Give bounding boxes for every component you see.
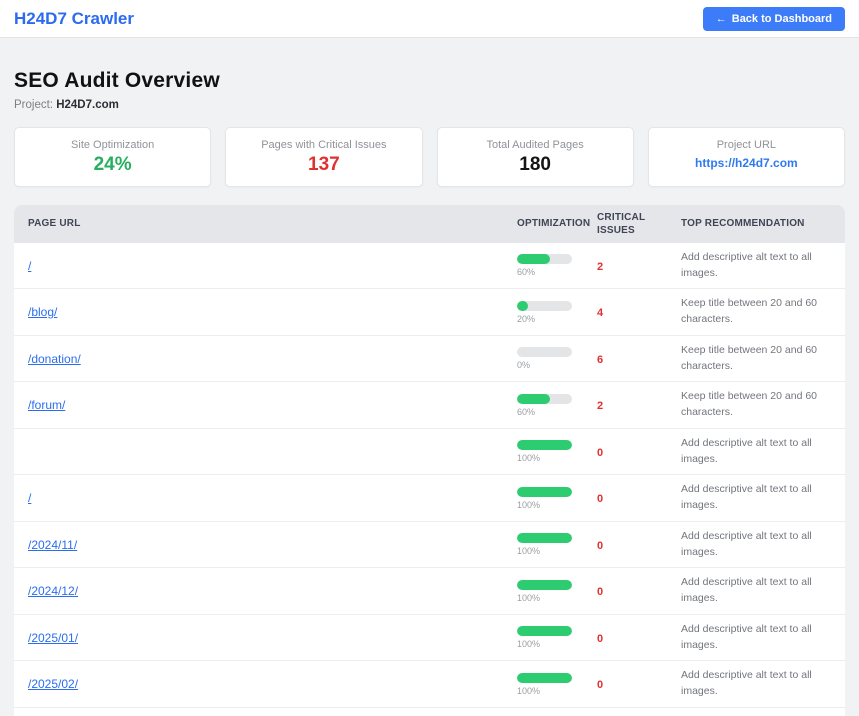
optimization-bar	[517, 301, 572, 311]
project-label: Project:	[14, 99, 53, 111]
page-url-link[interactable]: /donation/	[28, 352, 81, 366]
optimization-percent-label: 20%	[517, 314, 569, 324]
optimization-bar-fill	[517, 673, 572, 683]
optimization-bar	[517, 440, 572, 450]
table-row: /2024/11/ 100% 0 Add descriptive alt tex…	[14, 521, 845, 568]
column-header-page-url: PAGE URL	[14, 205, 503, 243]
table-row: /2025/01/ 100% 0 Add descriptive alt tex…	[14, 614, 845, 661]
critical-issues-count: 0	[597, 586, 603, 598]
back-arrow-icon: ←	[716, 13, 727, 25]
audit-table: PAGE URL OPTIMIZATION CRITICAL ISSUES TO…	[14, 205, 845, 716]
critical-issues-count: 0	[597, 540, 603, 552]
stat-card-critical-issues: Pages with Critical Issues 137	[225, 127, 422, 187]
recommendation-text: Add descriptive alt text to all images.	[681, 436, 831, 468]
top-bar: H24D7 Crawler ← Back to Dashboard	[0, 0, 859, 38]
stat-label: Site Optimization	[23, 139, 202, 151]
main-content: SEO Audit Overview Project: H24D7.com Si…	[0, 69, 859, 716]
critical-issues-count: 6	[597, 354, 603, 366]
back-to-dashboard-button[interactable]: ← Back to Dashboard	[703, 7, 845, 31]
table-row: / 100% 0 Add descriptive alt text to all…	[14, 475, 845, 522]
back-button-label: Back to Dashboard	[732, 13, 832, 25]
table-row: /2025/03/ 100% 0 Add descriptive alt tex…	[14, 707, 845, 716]
table-row: /2025/02/ 100% 0 Add descriptive alt tex…	[14, 661, 845, 708]
column-header-optimization: OPTIMIZATION	[503, 205, 583, 243]
critical-issues-count: 0	[597, 493, 603, 505]
stat-value: 137	[234, 154, 413, 176]
optimization-percent-label: 100%	[517, 453, 569, 463]
audit-table-container: PAGE URL OPTIMIZATION CRITICAL ISSUES TO…	[14, 205, 845, 716]
stat-label: Pages with Critical Issues	[234, 139, 413, 151]
optimization-percent-label: 100%	[517, 500, 569, 510]
optimization-bar-fill	[517, 301, 528, 311]
recommendation-text: Add descriptive alt text to all images.	[681, 668, 831, 700]
critical-issues-count: 2	[597, 261, 603, 273]
optimization-bar-fill	[517, 626, 572, 636]
stat-label: Project URL	[657, 139, 836, 151]
project-subtitle: Project: H24D7.com	[14, 99, 845, 111]
recommendation-text: Keep title between 20 and 60 characters.	[681, 343, 831, 375]
table-row: /2024/12/ 100% 0 Add descriptive alt tex…	[14, 568, 845, 615]
recommendation-text: Add descriptive alt text to all images.	[681, 622, 831, 654]
recommendation-text: Add descriptive alt text to all images.	[681, 250, 831, 282]
stat-cards: Site Optimization 24% Pages with Critica…	[14, 127, 845, 187]
optimization-bar-fill	[517, 394, 550, 404]
optimization-bar-fill	[517, 440, 572, 450]
column-header-top-recommendation: TOP RECOMMENDATION	[667, 205, 845, 243]
critical-issues-count: 0	[597, 633, 603, 645]
table-row: /blog/ 20% 4 Keep title between 20 and 6…	[14, 289, 845, 336]
page-url-link[interactable]: /2025/01/	[28, 631, 78, 645]
page-url-link[interactable]: /forum/	[28, 398, 65, 412]
critical-issues-count: 0	[597, 679, 603, 691]
optimization-percent-label: 60%	[517, 267, 569, 277]
recommendation-text: Keep title between 20 and 60 characters.	[681, 296, 831, 328]
critical-issues-count: 2	[597, 400, 603, 412]
optimization-percent-label: 100%	[517, 686, 569, 696]
recommendation-text: Add descriptive alt text to all images.	[681, 529, 831, 561]
optimization-percent-label: 60%	[517, 407, 569, 417]
optimization-bar	[517, 347, 572, 357]
optimization-bar-fill	[517, 254, 550, 264]
page-url-link[interactable]: /2024/11/	[28, 538, 77, 552]
project-name: H24D7.com	[56, 99, 119, 111]
critical-issues-count: 0	[597, 447, 603, 459]
page-title: SEO Audit Overview	[14, 69, 845, 93]
table-row: / 60% 2 Add descriptive alt text to all …	[14, 243, 845, 289]
stat-label: Total Audited Pages	[446, 139, 625, 151]
column-header-critical-issues: CRITICAL ISSUES	[583, 205, 667, 243]
recommendation-text: Keep title between 20 and 60 characters.	[681, 389, 831, 421]
optimization-bar	[517, 626, 572, 636]
recommendation-text: Add descriptive alt text to all images.	[681, 575, 831, 607]
page-url-link[interactable]: /2024/12/	[28, 584, 78, 598]
optimization-percent-label: 100%	[517, 639, 569, 649]
stat-value: 180	[446, 154, 625, 176]
optimization-percent-label: 100%	[517, 593, 569, 603]
optimization-bar	[517, 673, 572, 683]
table-row: /donation/ 0% 6 Keep title between 20 an…	[14, 335, 845, 382]
critical-issues-count: 4	[597, 307, 603, 319]
optimization-bar-fill	[517, 487, 572, 497]
stat-card-project-url: Project URL https://h24d7.com	[648, 127, 845, 187]
recommendation-text: Add descriptive alt text to all images.	[681, 482, 831, 514]
table-row: /forum/ 60% 2 Keep title between 20 and …	[14, 382, 845, 429]
optimization-bar	[517, 487, 572, 497]
page-url-link[interactable]: /	[28, 259, 31, 273]
optimization-bar	[517, 580, 572, 590]
stat-card-site-optimization: Site Optimization 24%	[14, 127, 211, 187]
table-header-row: PAGE URL OPTIMIZATION CRITICAL ISSUES TO…	[14, 205, 845, 243]
optimization-bar	[517, 394, 572, 404]
app-title: H24D7 Crawler	[14, 9, 134, 29]
page-url-link[interactable]: /	[28, 491, 31, 505]
stat-card-total-pages: Total Audited Pages 180	[437, 127, 634, 187]
optimization-bar	[517, 533, 572, 543]
page-url-link[interactable]: /blog/	[28, 305, 57, 319]
optimization-bar-fill	[517, 580, 572, 590]
page-url-link[interactable]: /2025/02/	[28, 677, 78, 691]
optimization-bar-fill	[517, 533, 572, 543]
optimization-percent-label: 100%	[517, 546, 569, 556]
optimization-bar	[517, 254, 572, 264]
stat-value: 24%	[23, 154, 202, 176]
project-url-link[interactable]: https://h24d7.com	[695, 156, 798, 170]
table-row: 100% 0 Add descriptive alt text to all i…	[14, 428, 845, 475]
optimization-percent-label: 0%	[517, 360, 569, 370]
